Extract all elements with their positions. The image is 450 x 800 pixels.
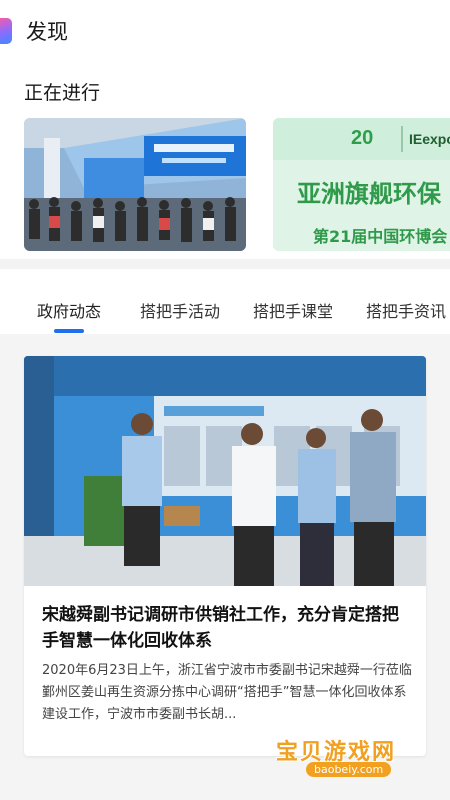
news-photo [24, 356, 426, 586]
section-divider [0, 259, 450, 269]
ie-expo-banner: 20 IEexpo 亚洲旗舰环保 第21届中国环博会 [273, 118, 450, 251]
ie-expo-logo-text: IEexpo [409, 131, 450, 147]
app-logo-icon [0, 18, 12, 44]
watermark-url: baobeiy.com [306, 762, 392, 777]
event-card-ie-expo[interactable]: 20 IEexpo 亚洲旗舰环保 第21届中国环博会 [273, 118, 450, 251]
watermark-logo: 宝贝游戏网 baobeiy.com [270, 728, 430, 788]
category-tabs: 政府动态 搭把手活动 搭把手课堂 搭把手资讯 [0, 270, 450, 334]
ie-expo-sub-text: 第21届中国环博会 [313, 227, 447, 246]
event-carousel[interactable]: 20 IEexpo 亚洲旗舰环保 第21届中国环博会 [24, 118, 450, 251]
news-card[interactable]: 宋越舜副书记调研市供销社工作，充分肯定搭把手智慧一体化回收体系 2020年6月2… [24, 356, 426, 756]
svg-text:20: 20 [351, 127, 373, 149]
news-summary: 2020年6月23日上午，浙江省宁波市市委副书记宋越舜一行莅临鄞州区姜山再生资源… [42, 663, 412, 722]
tab-dabashou-activities[interactable]: 搭把手活动 [140, 298, 220, 322]
news-title: 宋越舜副书记调研市供销社工作，充分肯定搭把手智慧一体化回收体系 [42, 605, 399, 651]
ie-expo-big-text: 亚洲旗舰环保 [297, 180, 442, 208]
event-card-exhibition[interactable] [24, 118, 246, 251]
tab-dabashou-news[interactable]: 搭把手资讯 [366, 298, 446, 322]
section-title-ongoing: 正在进行 [24, 82, 101, 104]
header: 发现 [0, 0, 450, 66]
tab-government-news[interactable]: 政府动态 [37, 298, 101, 322]
active-tab-indicator [54, 329, 84, 333]
page-title: 发现 [26, 20, 68, 44]
tab-dabashou-classroom[interactable]: 搭把手课堂 [253, 298, 333, 322]
exhibition-photo [24, 118, 246, 251]
